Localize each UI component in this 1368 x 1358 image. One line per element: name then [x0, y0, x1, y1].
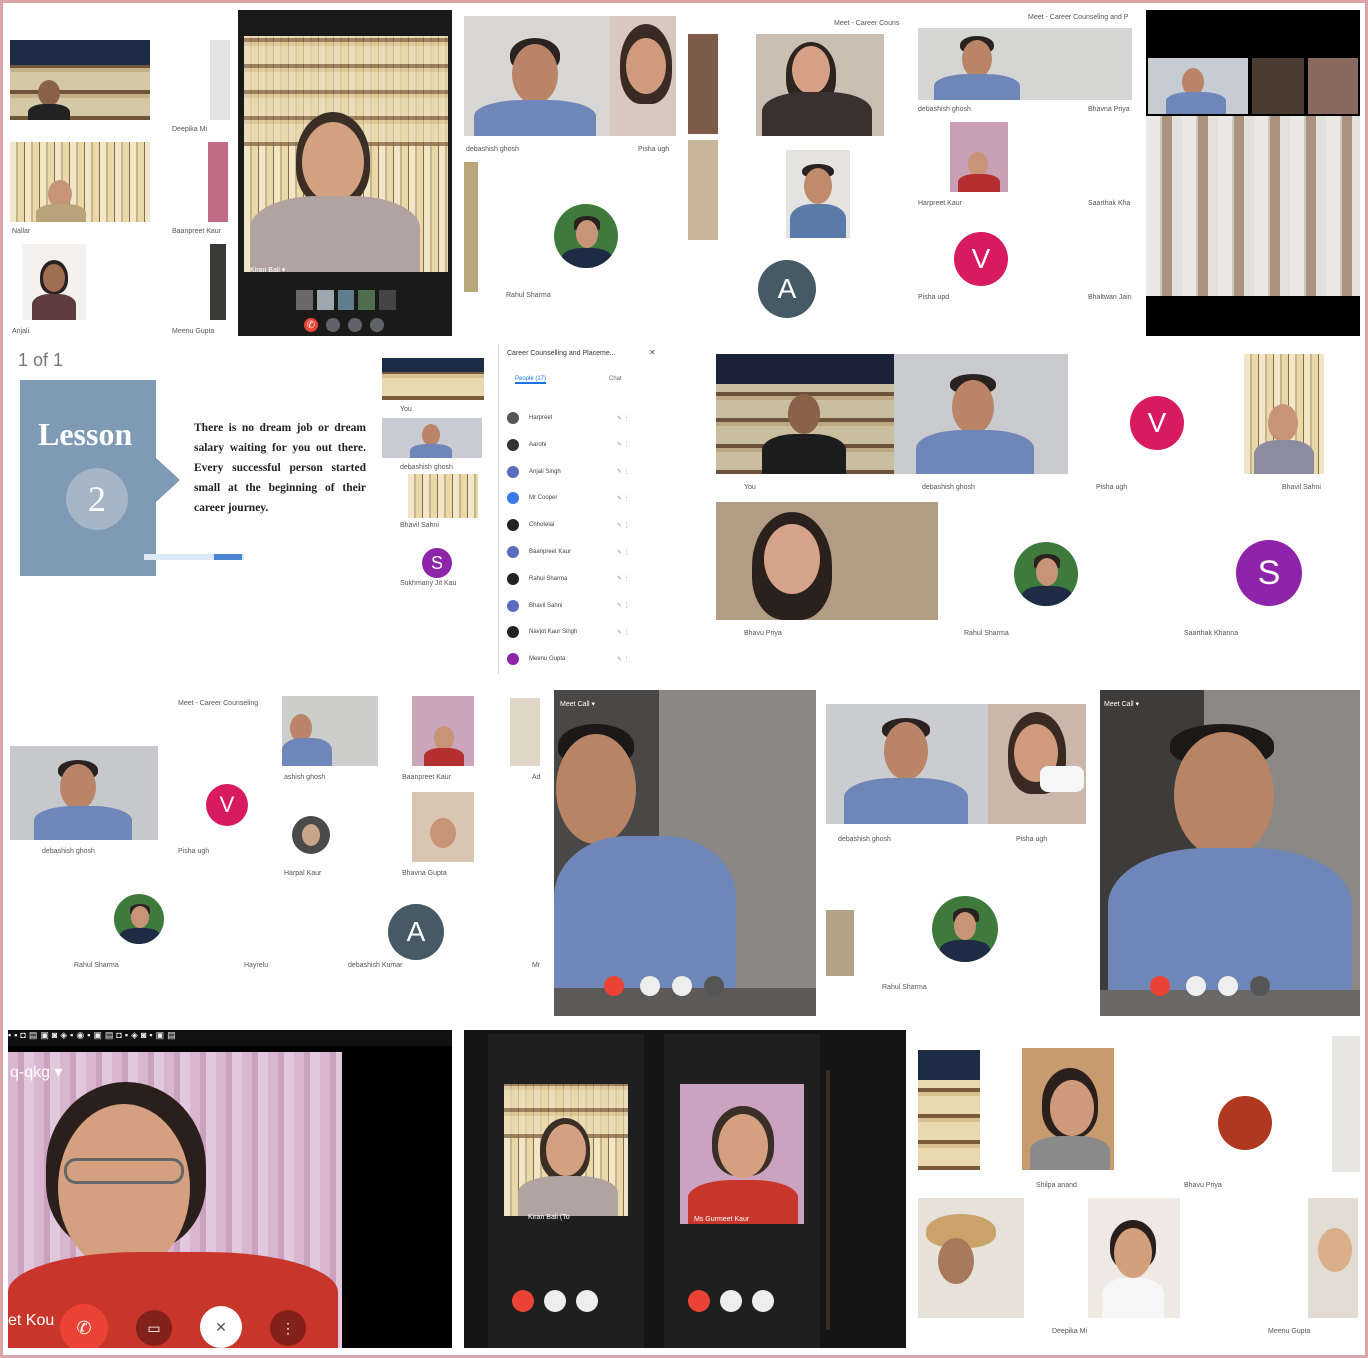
collage-border — [0, 0, 1368, 1358]
